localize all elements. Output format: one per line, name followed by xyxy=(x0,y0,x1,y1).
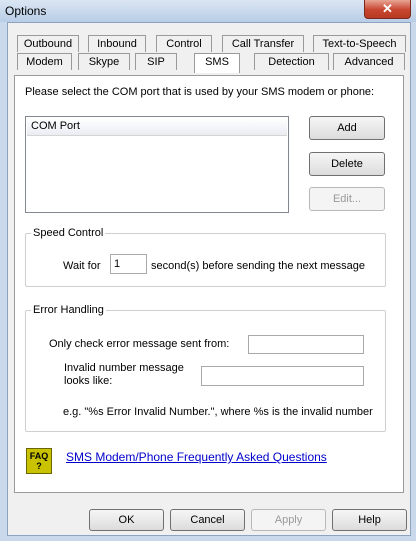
window-title: Options xyxy=(5,4,47,18)
faq-icon-top: FAQ xyxy=(29,451,49,461)
wait-suffix-label: second(s) before sending the next messag… xyxy=(151,260,366,272)
tab-detection[interactable]: Detection xyxy=(254,53,329,70)
invalid-label-line2: looks like: xyxy=(64,375,113,387)
check-from-input[interactable] xyxy=(248,335,364,354)
invalid-message-input[interactable] xyxy=(201,366,364,386)
tab-sip[interactable]: SIP xyxy=(135,53,177,70)
wait-seconds-input[interactable] xyxy=(110,254,147,274)
tab-advanced[interactable]: Advanced xyxy=(333,53,405,70)
options-dialog: Outbound Inbound Control Call Transfer T… xyxy=(7,22,411,536)
com-port-column-header[interactable]: COM Port xyxy=(27,118,287,136)
tab-outbound[interactable]: Outbound xyxy=(17,35,79,52)
invalid-label-line1: Invalid number message xyxy=(64,362,184,374)
tab-control[interactable]: Control xyxy=(156,35,212,52)
faq-icon-bottom: ? xyxy=(36,461,42,471)
delete-button[interactable]: Delete xyxy=(309,152,385,176)
error-handling-title: Error Handling xyxy=(31,304,106,316)
wait-for-label: Wait for xyxy=(63,260,101,272)
tab-skype[interactable]: Skype xyxy=(78,53,130,70)
sms-panel: Please select the COM port that is used … xyxy=(14,75,404,493)
tab-call-transfer[interactable]: Call Transfer xyxy=(222,35,304,52)
add-button[interactable]: Add xyxy=(309,116,385,140)
tab-sms[interactable]: SMS xyxy=(194,53,240,73)
cancel-button[interactable]: Cancel xyxy=(170,509,245,531)
faq-link[interactable]: SMS Modem/Phone Frequently Asked Questio… xyxy=(66,450,327,464)
faq-icon[interactable]: FAQ ? xyxy=(26,448,52,474)
tab-text-to-speech[interactable]: Text-to-Speech xyxy=(313,35,406,52)
check-from-label: Only check error message sent from: xyxy=(49,338,230,350)
apply-button[interactable]: Apply xyxy=(251,509,326,531)
close-button[interactable]: ✕ xyxy=(364,0,411,19)
edit-button[interactable]: Edit... xyxy=(309,187,385,211)
speed-control-title: Speed Control xyxy=(31,227,106,239)
title-bar: Options ✕ xyxy=(0,0,416,22)
instruction-text: Please select the COM port that is used … xyxy=(25,86,375,98)
help-button[interactable]: Help xyxy=(332,509,407,531)
example-text: e.g. "%s Error Invalid Number.", where %… xyxy=(63,406,373,418)
tab-modem[interactable]: Modem xyxy=(17,53,72,70)
close-icon: ✕ xyxy=(382,1,393,16)
com-port-list[interactable]: COM Port xyxy=(25,116,289,213)
ok-button[interactable]: OK xyxy=(89,509,164,531)
tab-inbound[interactable]: Inbound xyxy=(88,35,146,52)
